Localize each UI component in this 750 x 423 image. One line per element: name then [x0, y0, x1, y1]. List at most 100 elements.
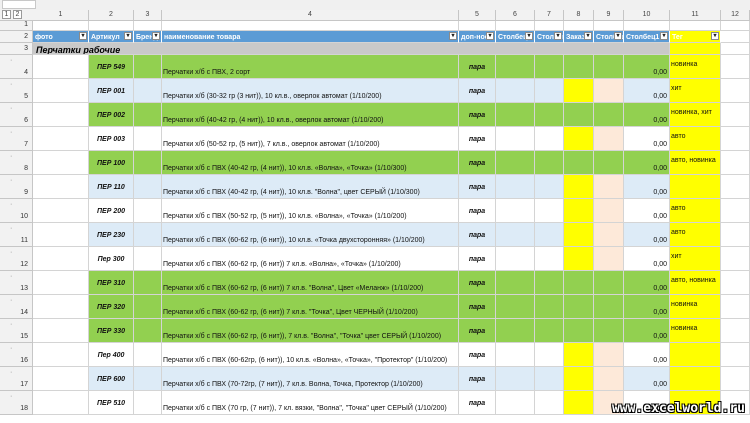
row-header[interactable]: 3	[0, 43, 33, 55]
article-cell[interactable]: ПЕР 510	[89, 391, 134, 415]
row-header[interactable]: · 8	[0, 151, 33, 175]
column-header-6[interactable]: 6	[496, 10, 535, 20]
column-cell[interactable]	[594, 319, 624, 343]
article-cell[interactable]: ПЕР 001	[89, 79, 134, 103]
product-name-cell[interactable]: Перчатки х/б (50-52 гр, (5 нит)), 7 кл.в…	[162, 127, 459, 151]
header-cell[interactable]: фото ▾	[33, 31, 89, 43]
column-cell[interactable]	[496, 151, 535, 175]
photo-cell[interactable]	[33, 295, 89, 319]
price-cell[interactable]: 0,00	[624, 271, 670, 295]
grid-cell[interactable]	[721, 199, 750, 223]
row-header[interactable]: · 13	[0, 271, 33, 295]
column-cell[interactable]	[594, 199, 624, 223]
column-cell[interactable]	[496, 391, 535, 415]
column-cell[interactable]	[535, 319, 564, 343]
unit-cell[interactable]: пара	[459, 175, 496, 199]
article-cell[interactable]: Пер 400	[89, 343, 134, 367]
filter-dropdown-icon[interactable]: ▾	[525, 32, 533, 40]
grid-cell[interactable]	[721, 55, 750, 79]
brand-cell[interactable]	[134, 319, 162, 343]
photo-cell[interactable]	[33, 79, 89, 103]
column-cell[interactable]	[594, 79, 624, 103]
order-cell[interactable]	[564, 199, 594, 223]
header-cell[interactable]: наименование товара ▾	[162, 31, 459, 43]
tag-cell[interactable]: новинка	[670, 319, 721, 343]
article-cell[interactable]: ПЕР 002	[89, 103, 134, 127]
column-cell[interactable]	[535, 223, 564, 247]
tag-cell[interactable]: хит	[670, 247, 721, 271]
product-name-cell[interactable]: Перчатки х/б с ПВХ (60-62гр, (6 нит)), 1…	[162, 343, 459, 367]
column-header-7[interactable]: 7	[535, 10, 564, 20]
unit-cell[interactable]: пара	[459, 343, 496, 367]
column-cell[interactable]	[535, 79, 564, 103]
grid-cell[interactable]	[33, 21, 89, 31]
brand-cell[interactable]	[134, 151, 162, 175]
grid-cell[interactable]	[459, 21, 496, 31]
photo-cell[interactable]	[33, 175, 89, 199]
header-cell[interactable]: доп-ное ▾	[459, 31, 496, 43]
column-header-8[interactable]: 8	[564, 10, 594, 20]
product-name-cell[interactable]: Перчатки х/б с ПВХ (60-62 гр, (6 нит)) 7…	[162, 271, 459, 295]
row-header[interactable]: · 7	[0, 127, 33, 151]
row-header[interactable]: · 11	[0, 223, 33, 247]
row-header[interactable]: · 16	[0, 343, 33, 367]
price-cell[interactable]: 0,00	[624, 127, 670, 151]
column-cell[interactable]	[535, 127, 564, 151]
price-cell[interactable]: 0,00	[624, 295, 670, 319]
grid-cell[interactable]	[535, 21, 564, 31]
price-cell[interactable]: 0,00	[624, 319, 670, 343]
photo-cell[interactable]	[33, 247, 89, 271]
article-cell[interactable]: ПЕР 330	[89, 319, 134, 343]
order-cell[interactable]	[564, 175, 594, 199]
order-cell[interactable]	[564, 151, 594, 175]
tag-cell[interactable]: авто, новинка	[670, 151, 721, 175]
article-cell[interactable]: ПЕР 003	[89, 127, 134, 151]
column-header-11[interactable]: 11	[670, 10, 721, 20]
column-cell[interactable]	[594, 295, 624, 319]
column-cell[interactable]	[535, 199, 564, 223]
outline-level-button[interactable]: 2	[13, 10, 22, 19]
grid-cell[interactable]	[721, 295, 750, 319]
tag-cell[interactable]: авто	[670, 223, 721, 247]
product-name-cell[interactable]: Перчатки х/б с ПВХ, 2 сорт	[162, 55, 459, 79]
photo-cell[interactable]	[33, 367, 89, 391]
article-cell[interactable]: Пер 300	[89, 247, 134, 271]
column-cell[interactable]	[496, 271, 535, 295]
filter-dropdown-icon[interactable]: ▾	[614, 32, 622, 40]
product-name-cell[interactable]: Перчатки х/б с ПВХ (70 гр, (7 нит)), 7 к…	[162, 391, 459, 415]
header-cell[interactable]: Столбец ▾	[535, 31, 564, 43]
column-cell[interactable]	[594, 103, 624, 127]
filter-dropdown-icon[interactable]: ▾	[584, 32, 592, 40]
column-cell[interactable]	[535, 55, 564, 79]
column-cell[interactable]	[535, 247, 564, 271]
category-label[interactable]: Перчатки рабочие	[33, 43, 670, 55]
order-cell[interactable]	[564, 367, 594, 391]
brand-cell[interactable]	[134, 103, 162, 127]
order-cell[interactable]	[564, 55, 594, 79]
unit-cell[interactable]: пара	[459, 79, 496, 103]
name-box[interactable]	[2, 0, 36, 9]
row-header[interactable]: · 6	[0, 103, 33, 127]
grid-cell[interactable]	[564, 21, 594, 31]
product-name-cell[interactable]: Перчатки х/б (30-32 гр (3 нит)), 10 кл.в…	[162, 79, 459, 103]
column-cell[interactable]	[535, 343, 564, 367]
column-cell[interactable]	[535, 151, 564, 175]
price-cell[interactable]: 0,00	[624, 175, 670, 199]
column-cell[interactable]	[496, 103, 535, 127]
row-header[interactable]: · 17	[0, 367, 33, 391]
column-header-4[interactable]: 4	[162, 10, 459, 20]
grid-cell[interactable]	[721, 151, 750, 175]
column-cell[interactable]	[496, 55, 535, 79]
grid-cell[interactable]	[721, 79, 750, 103]
header-cell[interactable]: Заказ ▾	[564, 31, 594, 43]
unit-cell[interactable]: пара	[459, 127, 496, 151]
grid-cell[interactable]	[721, 127, 750, 151]
row-header[interactable]: · 10	[0, 199, 33, 223]
row-header[interactable]: 2	[0, 31, 33, 43]
product-name-cell[interactable]: Перчатки х/б с ПВХ (40-42 гр, (4 нит)), …	[162, 175, 459, 199]
unit-cell[interactable]: пара	[459, 103, 496, 127]
column-cell[interactable]	[535, 103, 564, 127]
brand-cell[interactable]	[134, 127, 162, 151]
unit-cell[interactable]: пара	[459, 151, 496, 175]
column-cell[interactable]	[594, 271, 624, 295]
